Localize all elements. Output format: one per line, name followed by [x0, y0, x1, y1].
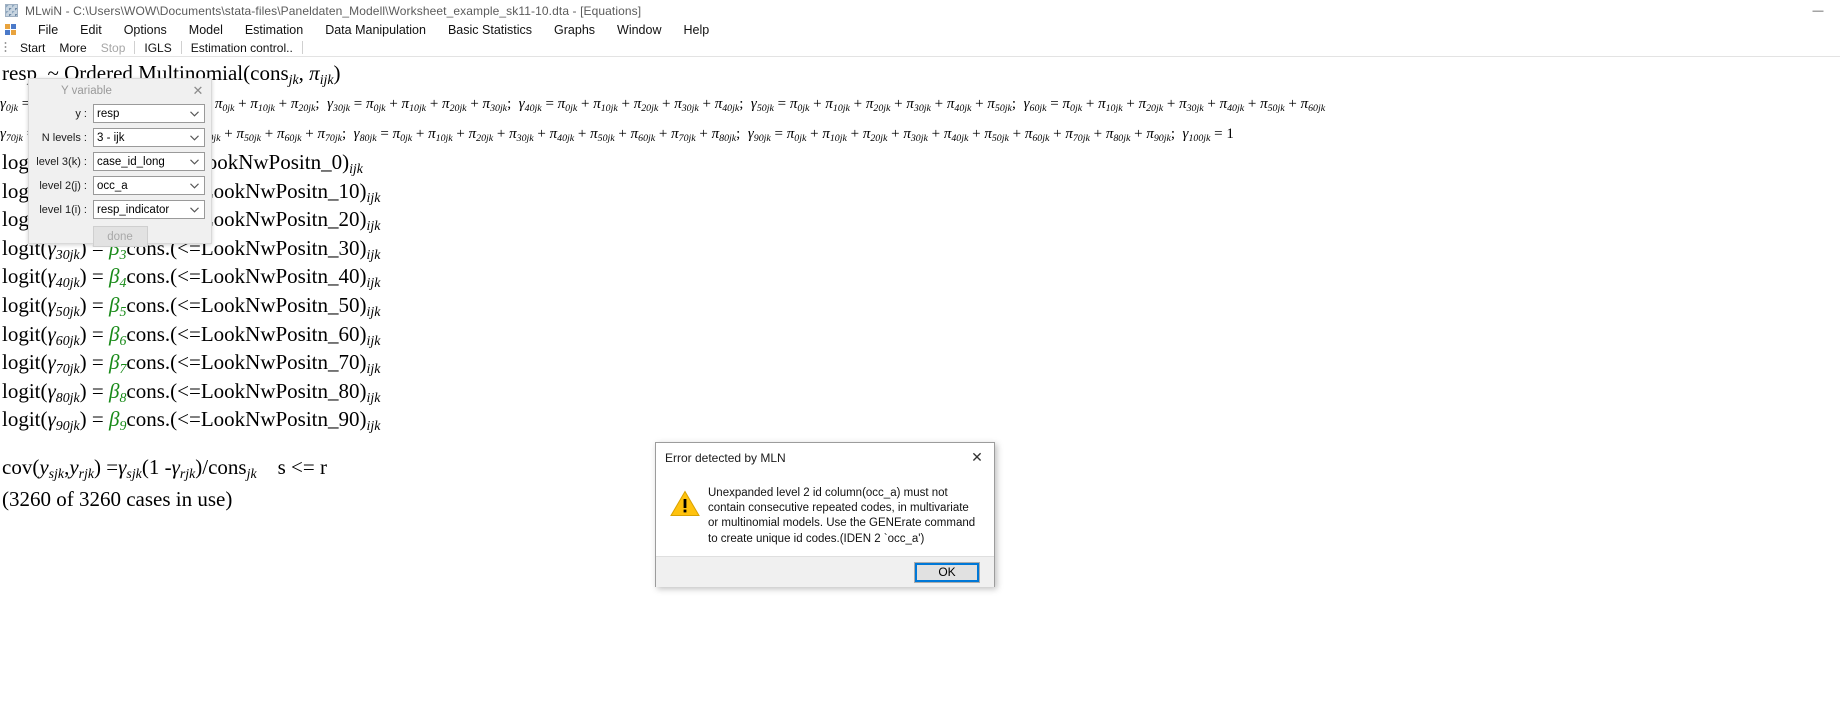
menu-bar: File Edit Options Model Estimation Data … [0, 21, 1840, 38]
menu-item-data-manipulation[interactable]: Data Manipulation [314, 22, 437, 38]
y-variable-done-row: done [29, 226, 211, 247]
menu-item-graphs[interactable]: Graphs [543, 22, 606, 38]
y-variable-dialog-titlebar[interactable]: Y variable ✕ [29, 79, 211, 102]
toolbar-button-start[interactable]: Start [13, 41, 52, 55]
toolbar-button-more[interactable]: More [52, 41, 93, 55]
menu-item-estimation[interactable]: Estimation [234, 22, 314, 38]
chevron-down-icon [188, 177, 201, 194]
equation-logit-70[interactable]: logit(γ70jk) = β7cons.(<=LookNwPositn_70… [2, 352, 380, 376]
y-variable-value-level-1: resp_indicator [97, 203, 170, 216]
y-variable-value-y: resp [97, 107, 120, 120]
equations-window[interactable]: resp ~ Ordered Multinomial(consjk, πijk)… [0, 57, 1840, 701]
error-dialog-titlebar[interactable]: Error detected by MLN ✕ [656, 443, 994, 472]
y-variable-label-level-3: level 3(k) : [36, 155, 87, 168]
y-variable-select-level-2[interactable]: occ_a [93, 176, 205, 195]
equation-cases-in-use: (3260 of 3260 cases in use) [2, 487, 233, 511]
estimation-toolbar: Start More Stop IGLS Estimation control.… [0, 39, 1840, 57]
chevron-down-icon [188, 129, 201, 146]
window-titlebar: MLwiN - C:\Users\WOW\Documents\stata-fil… [0, 0, 1840, 21]
y-variable-dialog-title: Y variable [61, 84, 112, 97]
y-variable-row-level-3: level 3(k) : case_id_long [29, 150, 211, 173]
y-variable-select-level-1[interactable]: resp_indicator [93, 200, 205, 219]
menu-item-options[interactable]: Options [113, 22, 178, 38]
menu-item-help[interactable]: Help [673, 22, 721, 38]
error-dialog-footer: OK [656, 556, 994, 587]
y-variable-value-level-2: occ_a [97, 179, 128, 192]
y-variable-label-level-2: level 2(j) : [39, 179, 87, 192]
menu-item-basic-statistics[interactable]: Basic Statistics [437, 22, 543, 38]
menu-item-model[interactable]: Model [178, 22, 234, 38]
y-variable-row-n-levels: N levels : 3 - ijk [29, 126, 211, 149]
toolbar-separator [180, 41, 182, 54]
error-dialog[interactable]: Error detected by MLN ✕ Unexpanded level… [655, 442, 995, 587]
chevron-down-icon [188, 201, 201, 218]
minimize-button[interactable]: — [1796, 0, 1840, 21]
error-dialog-title: Error detected by MLN [665, 450, 786, 465]
window-title: MLwiN - C:\Users\WOW\Documents\stata-fil… [25, 3, 642, 18]
toolbar-button-estimation-control[interactable]: Estimation control.. [184, 41, 300, 55]
equation-logit-80[interactable]: logit(γ80jk) = β8cons.(<=LookNwPositn_80… [2, 380, 380, 405]
toolbar-button-stop: Stop [100, 40, 126, 55]
warning-triangle-icon [670, 490, 700, 517]
y-variable-row-y: y : resp [29, 102, 211, 125]
window-controls: — [1796, 0, 1840, 21]
menu-item-window[interactable]: Window [606, 22, 672, 38]
toolbar-separator [301, 41, 303, 54]
close-icon[interactable]: ✕ [187, 81, 209, 100]
done-button: done [92, 226, 148, 247]
y-variable-row-level-2: level 2(j) : occ_a [29, 174, 211, 197]
y-variable-select-level-3[interactable]: case_id_long [93, 152, 205, 171]
equation-covariance[interactable]: cov(ysjk,yrjk) =γsjk(1 -γrjk)/consjk s <… [2, 457, 327, 481]
toolbar-button-igls[interactable]: IGLS [137, 41, 178, 55]
mlwin-app-icon [5, 4, 18, 17]
equation-logit-90[interactable]: logit(γ90jk) = β9cons.(<=LookNwPositn_90… [2, 409, 380, 433]
menu-item-file[interactable]: File [27, 22, 69, 38]
ok-button[interactable]: OK [914, 561, 980, 583]
menu-item-edit[interactable]: Edit [69, 22, 113, 38]
y-variable-label-n-levels: N levels : [41, 131, 87, 144]
y-variable-value-level-3: case_id_long [97, 155, 165, 168]
mdi-document-icon [5, 23, 17, 36]
y-variable-select-n-levels[interactable]: 3 - ijk [93, 128, 205, 147]
error-message-text: Unexpanded level 2 id column(occ_a) must… [708, 487, 976, 545]
y-variable-label-level-1: level 1(i) : [39, 203, 87, 216]
y-variable-dialog[interactable]: Y variable ✕ y : resp N levels : 3 - ijk… [28, 78, 212, 247]
y-variable-label-y: y : [75, 107, 87, 120]
equation-logit-50[interactable]: logit(γ50jk) = β5cons.(<=LookNwPositn_50… [2, 295, 380, 319]
y-variable-select-y[interactable]: resp [93, 104, 205, 123]
chevron-down-icon [188, 153, 201, 170]
chevron-down-icon [188, 105, 201, 122]
equation-logit-60[interactable]: logit(γ60jk) = β6cons.(<=LookNwPositn_60… [2, 323, 380, 348]
y-variable-value-n-levels: 3 - ijk [97, 131, 125, 144]
equation-logit-40[interactable]: logit(γ40jk) = β4cons.(<=LookNwPositn_40… [2, 266, 380, 290]
error-dialog-body: Unexpanded level 2 id column(occ_a) must… [656, 472, 994, 556]
toolbar-grip-handle[interactable] [3, 41, 9, 54]
toolbar-separator [134, 41, 136, 54]
close-icon[interactable]: ✕ [960, 443, 994, 471]
y-variable-row-level-1: level 1(i) : resp_indicator [29, 198, 211, 221]
